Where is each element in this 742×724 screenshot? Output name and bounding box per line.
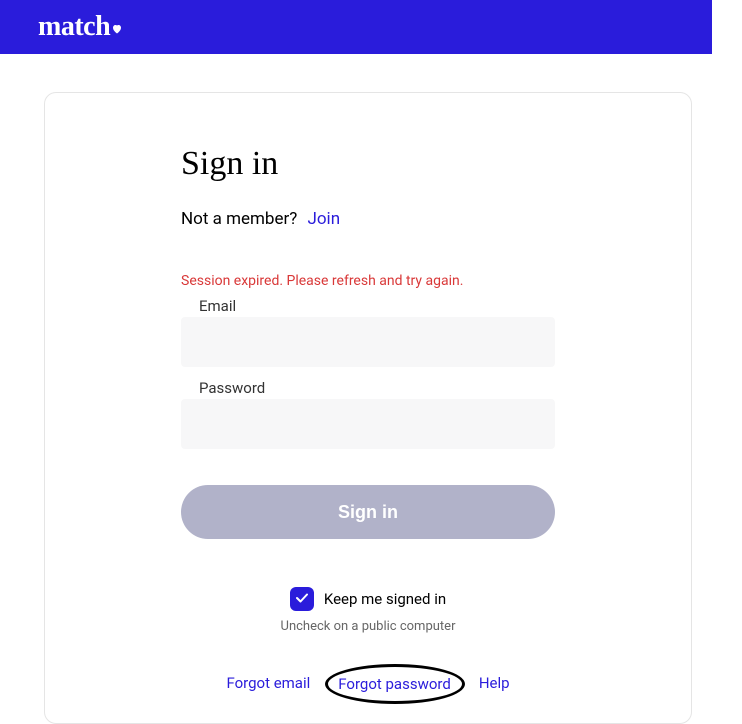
- page-title: Sign in: [181, 145, 555, 183]
- keep-signed-row: Keep me signed in: [181, 587, 555, 611]
- forgot-password-link[interactable]: Forgot password: [338, 675, 451, 693]
- email-field-group: Email: [181, 297, 555, 367]
- password-label: Password: [181, 379, 555, 397]
- keep-signed-checkbox[interactable]: [290, 587, 314, 611]
- help-link[interactable]: Help: [479, 674, 510, 693]
- heart-icon: [111, 11, 123, 43]
- not-member-row: Not a member? Join: [181, 209, 555, 229]
- signin-content: Sign in Not a member? Join Session expir…: [181, 145, 555, 693]
- join-link[interactable]: Join: [307, 209, 340, 229]
- not-member-text: Not a member?: [181, 209, 297, 229]
- signin-button[interactable]: Sign in: [181, 485, 555, 539]
- error-message: Session expired. Please refresh and try …: [181, 273, 555, 289]
- forgot-email-link[interactable]: Forgot email: [226, 674, 310, 693]
- password-field-group: Password: [181, 379, 555, 449]
- check-icon: [296, 592, 308, 607]
- uncheck-note: Uncheck on a public computer: [181, 619, 555, 634]
- logo-text: match: [38, 11, 110, 43]
- app-header: match: [0, 0, 712, 54]
- email-input[interactable]: [181, 317, 555, 367]
- signin-card: Sign in Not a member? Join Session expir…: [44, 92, 692, 724]
- password-input[interactable]: [181, 399, 555, 449]
- keep-signed-label: Keep me signed in: [324, 590, 446, 608]
- forgot-password-wrap: Forgot password: [338, 674, 451, 693]
- brand-logo[interactable]: match: [38, 11, 123, 43]
- email-label: Email: [181, 297, 555, 315]
- footer-links: Forgot email Forgot password Help: [181, 674, 555, 693]
